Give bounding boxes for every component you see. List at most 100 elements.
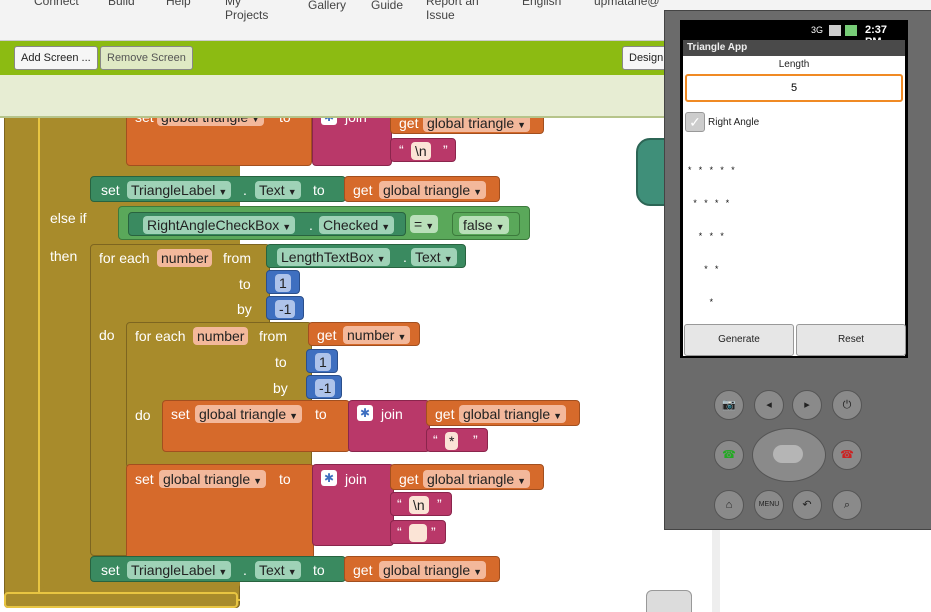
nav-build[interactable]: Build xyxy=(108,0,135,8)
text-space[interactable]: “ ” xyxy=(390,520,446,544)
nav-help[interactable]: Help xyxy=(166,0,191,8)
number-value[interactable]: -1 xyxy=(315,379,336,397)
text-value-empty[interactable] xyxy=(409,524,427,542)
get-global-triangle-5[interactable]: get global triangle ▼ xyxy=(344,556,500,582)
camera-key-icon[interactable]: 📷 xyxy=(714,390,744,420)
property-name: Text xyxy=(259,562,285,578)
get-global-triangle-1[interactable]: get global triangle ▼ xyxy=(390,118,544,134)
get-number-block[interactable]: get number ▼ xyxy=(308,322,420,346)
set-global-triangle-block-1[interactable]: set global triangle▼ to xyxy=(126,118,312,166)
menu-key[interactable]: MENU xyxy=(754,490,784,520)
home-icon[interactable]: ⌂ xyxy=(714,490,744,520)
property-dropdown[interactable]: Text ▼ xyxy=(411,248,457,266)
dropdown-arrow-icon: ▼ xyxy=(517,120,527,130)
component-dropdown[interactable]: TriangleLabel ▼ xyxy=(127,561,232,579)
call-icon[interactable]: ☎ xyxy=(714,440,744,470)
global-triangle-var[interactable]: global triangle▼ xyxy=(379,181,487,199)
set-triangle-label-block-1[interactable]: set TriangleLabel ▼ . Text ▼ to xyxy=(90,176,346,202)
trash-can-icon[interactable] xyxy=(646,590,692,612)
volume-down-icon[interactable]: ◂ xyxy=(754,390,784,420)
nav-guide[interactable]: Guide xyxy=(371,0,403,12)
property-dropdown[interactable]: Text ▼ xyxy=(255,181,301,199)
get-global-triangle-3[interactable]: get global triangle ▼ xyxy=(426,400,580,426)
nav-connect[interactable]: Connect xyxy=(34,0,79,8)
number-block-1[interactable]: 1 xyxy=(266,270,300,294)
gear-icon[interactable]: ✱ xyxy=(357,405,373,421)
number-block-2[interactable]: 1 xyxy=(306,349,338,373)
var-name: global triangle xyxy=(427,471,515,487)
gear-icon[interactable]: ✱ xyxy=(321,470,337,486)
add-screen-button[interactable]: Add Screen ... xyxy=(14,46,98,70)
number-block-neg1-2[interactable]: -1 xyxy=(306,375,342,399)
set-triangle-label-block-2[interactable]: set TriangleLabel ▼ . Text ▼ to xyxy=(90,556,346,582)
nav-language[interactable]: English xyxy=(522,0,561,8)
get-global-triangle-2[interactable]: get global triangle ▼ xyxy=(344,176,500,202)
global-triangle-var[interactable]: global triangle▼ xyxy=(157,118,265,126)
join-block-2[interactable]: ✱ join xyxy=(348,400,430,452)
component-dropdown[interactable]: RightAngleCheckBox ▼ xyxy=(143,216,296,234)
checkbox-checked-getter[interactable]: RightAngleCheckBox ▼ . Checked ▼ xyxy=(128,212,406,236)
to-keyword: to xyxy=(279,118,291,125)
nav-gallery[interactable]: Gallery xyxy=(308,0,346,12)
number-value[interactable]: 1 xyxy=(275,274,291,292)
end-call-icon[interactable]: ☎ xyxy=(832,440,862,470)
generate-button[interactable]: Generate xyxy=(684,324,794,356)
designer-button[interactable]: Design xyxy=(622,46,671,70)
remove-screen-button[interactable]: Remove Screen xyxy=(100,46,193,70)
for-each-keyword: for each xyxy=(99,250,150,266)
global-triangle-var[interactable]: global triangle▼ xyxy=(379,561,487,579)
global-triangle-var[interactable]: global triangle▼ xyxy=(459,405,567,423)
text-star[interactable]: “ * ” xyxy=(426,428,488,452)
number-block-neg1[interactable]: -1 xyxy=(266,296,304,320)
set-global-triangle-block-2[interactable]: set global triangle ▼ to xyxy=(162,400,350,452)
var-name: global triangle xyxy=(383,182,471,198)
text-value[interactable]: * xyxy=(445,432,459,450)
text-value[interactable]: \n xyxy=(409,496,429,514)
false-block[interactable]: false ▼ xyxy=(452,212,520,236)
length-text-getter[interactable]: LengthTextBox ▼ . Text ▼ xyxy=(266,244,466,268)
power-icon[interactable]: ⏻ xyxy=(832,390,862,420)
global-triangle-var[interactable]: global triangle▼ xyxy=(423,470,531,488)
nav-user[interactable]: upmatane@ xyxy=(594,0,660,8)
dropdown-arrow-icon: ▼ xyxy=(553,411,563,421)
dpad-center[interactable] xyxy=(773,445,803,463)
property-dropdown[interactable]: Text ▼ xyxy=(255,561,301,579)
component-name: RightAngleCheckBox xyxy=(147,217,280,233)
property-name: Text xyxy=(415,249,441,265)
blocks-workspace[interactable]: set global triangle▼ to ✱ join get globa… xyxy=(0,118,720,612)
volume-up-icon[interactable]: ▸ xyxy=(792,390,822,420)
close-quote: ” xyxy=(473,432,478,448)
variable-dropdown[interactable]: number ▼ xyxy=(343,326,411,344)
operator-dropdown[interactable]: = ▼ xyxy=(410,215,439,233)
join-block-3[interactable]: ✱ join xyxy=(312,464,394,546)
loop-variable[interactable]: number xyxy=(193,327,249,345)
length-input[interactable]: 5 xyxy=(685,74,903,102)
number-value[interactable]: -1 xyxy=(275,300,296,318)
close-quote: ” xyxy=(431,524,436,540)
text-newline-2[interactable]: “ \n ” xyxy=(390,492,452,516)
text-newline-1[interactable]: “ \n ” xyxy=(390,138,456,162)
back-icon[interactable]: ↶ xyxy=(792,490,822,520)
get-global-triangle-4[interactable]: get global triangle ▼ xyxy=(390,464,544,490)
boolean-dropdown[interactable]: false ▼ xyxy=(459,216,509,234)
join-block-1[interactable]: ✱ join xyxy=(312,118,392,166)
reset-button[interactable]: Reset xyxy=(796,324,906,356)
nav-report-issue[interactable]: Report an Issue xyxy=(426,0,479,22)
property-dropdown[interactable]: Checked ▼ xyxy=(319,216,395,234)
global-triangle-var[interactable]: global triangle▼ xyxy=(423,118,531,132)
set-global-triangle-block-3[interactable]: set global triangle ▼ to xyxy=(126,464,314,560)
component-dropdown[interactable]: TriangleLabel ▼ xyxy=(127,181,232,199)
number-value[interactable]: 1 xyxy=(315,353,331,371)
dpad[interactable] xyxy=(752,428,826,482)
loop-variable[interactable]: number xyxy=(157,249,213,267)
nav-my-projects[interactable]: My Projects xyxy=(225,0,268,22)
right-angle-checkbox[interactable]: ✓ xyxy=(685,112,705,132)
component-dropdown[interactable]: LengthTextBox ▼ xyxy=(277,248,390,266)
gear-icon[interactable]: ✱ xyxy=(321,118,337,125)
search-icon[interactable]: ⌕ xyxy=(832,490,862,520)
text-value[interactable]: \n xyxy=(411,142,431,160)
global-triangle-var[interactable]: global triangle▼ xyxy=(195,405,303,423)
to-keyword: to xyxy=(313,182,325,198)
open-quote: “ xyxy=(397,524,402,540)
global-triangle-var[interactable]: global triangle▼ xyxy=(159,470,267,488)
